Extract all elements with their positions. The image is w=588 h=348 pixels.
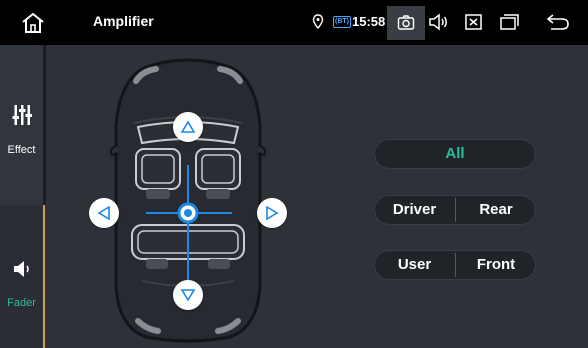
preset-driver-rear-pill: Driver Rear	[374, 195, 536, 225]
volume-button[interactable]	[428, 12, 450, 32]
page-title: Amplifier	[93, 13, 154, 29]
fader-left-button[interactable]	[89, 198, 119, 228]
home-icon	[22, 12, 44, 33]
sidebar: Effect Fader	[0, 45, 46, 348]
preset-rear-button[interactable]: Rear	[456, 195, 536, 225]
tab-fader-label: Fader	[7, 297, 36, 309]
status-bar: Amplifier (BT) 15:58	[0, 0, 588, 45]
speaker-icon	[14, 261, 29, 277]
clock: 15:58	[352, 14, 386, 29]
location-icon	[312, 14, 324, 30]
fader-up-button[interactable]	[173, 112, 203, 142]
preset-user-button[interactable]: User	[374, 250, 455, 280]
triangle-left-icon	[97, 205, 110, 221]
triangle-right-icon	[266, 205, 279, 221]
equalizer-icon	[12, 105, 32, 125]
active-tab-indicator	[43, 205, 45, 348]
fader-right-button[interactable]	[257, 198, 287, 228]
camera-icon	[397, 15, 415, 30]
home-button[interactable]	[20, 11, 46, 35]
triangle-down-icon	[180, 289, 196, 302]
back-button[interactable]	[545, 12, 571, 32]
tab-fader[interactable]: Fader	[0, 205, 43, 348]
volume-icon	[429, 13, 440, 31]
fader-down-button[interactable]	[173, 280, 203, 310]
preset-front-button[interactable]: Front	[456, 250, 536, 280]
tab-effect-label: Effect	[7, 144, 36, 156]
preset-all-pill: All	[374, 139, 536, 169]
bluetooth-badge: (BT)	[333, 16, 351, 28]
close-app-button[interactable]	[463, 12, 485, 32]
preset-user-front-pill: User Front	[374, 250, 536, 280]
recent-apps-button[interactable]	[498, 12, 520, 32]
screenshot-button[interactable]	[387, 6, 425, 40]
fader-panel: All Driver Rear User Front	[46, 45, 588, 348]
preset-driver-button[interactable]: Driver	[374, 195, 455, 225]
fader-point[interactable]	[177, 202, 199, 224]
amplifier-screen: Amplifier (BT) 15:58 Effect Fader All Dr…	[0, 0, 588, 348]
tab-effect[interactable]: Effect	[0, 45, 43, 205]
recent-apps-icon	[500, 17, 516, 30]
preset-all-button[interactable]: All	[374, 139, 536, 169]
triangle-up-icon	[180, 120, 196, 133]
